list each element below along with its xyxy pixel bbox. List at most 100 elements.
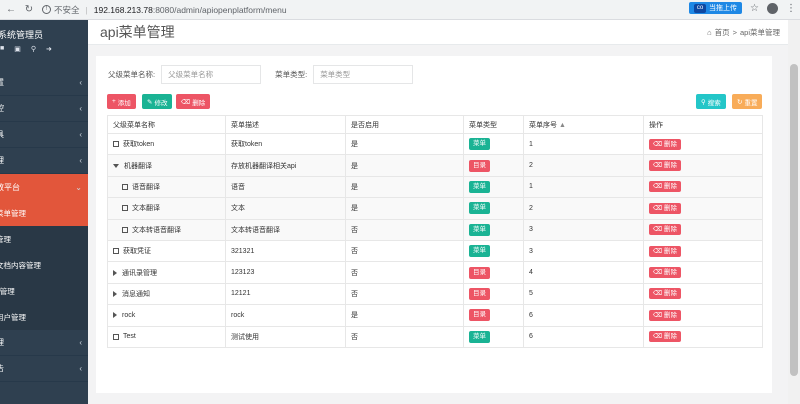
cell-type: 菜单 [463,218,524,241]
sidebar-item-open-platform[interactable]: 放平台 ⌄ [0,174,88,200]
chevron-left-icon: ‹ [79,156,82,165]
sidebar-subitem-4[interactable]: k管理 [0,278,88,304]
type-badge: 菜单 [469,245,490,258]
browser-toolbar: ← ↻ ! 不安全 | 192.168.213.78:8080/admin/api… [0,0,800,20]
row-delete-button[interactable]: ⌫ 删除 [649,267,682,279]
home-icon[interactable]: ■ [0,45,4,53]
search-button[interactable]: ⚲ 搜索 [696,94,726,109]
menu-type-input[interactable]: 菜单类型 [313,65,414,84]
parent-menu-input[interactable]: 父级菜单名称 [161,65,262,84]
cell-type: 目录 [463,282,524,306]
type-badge: 目录 [469,266,490,279]
row-delete-button[interactable]: ⌫ 删除 [649,138,682,150]
cell-description: 321321 [225,239,346,263]
profile-avatar[interactable] [767,2,778,14]
type-badge: 目录 [469,159,490,172]
sidebar-item-label: 理 [0,155,4,166]
cell-actions: ⌫ 删除 [643,197,763,220]
row-delete-button[interactable]: ⌫ 删除 [649,160,682,172]
menu-name: Test [123,333,136,341]
column-header-type[interactable]: 菜单类型 [463,115,524,134]
cell-type: 菜单 [463,325,524,348]
sidebar-item-3[interactable]: 具‹ [0,122,88,148]
reload-icon[interactable]: ↻ [22,3,36,17]
sidebar-item-6[interactable]: 理‹ [0,330,88,356]
column-header-description[interactable]: 菜单描述 [225,115,346,134]
menu-type-label: 菜单类型: [275,70,308,79]
page-scrollbar[interactable] [788,20,800,404]
cell-name: 语音翻译 [107,175,226,199]
sidebar-item-7[interactable]: 告‹ [0,356,88,382]
add-button[interactable]: + 添加 [107,94,136,109]
cell-description: 测试使用 [225,325,346,348]
sidebar-item-1[interactable]: 置‹ [0,70,88,96]
type-badge: 目录 [469,309,490,322]
tree-collapsed-icon[interactable] [113,269,117,276]
row-delete-button[interactable]: ⌫ 删除 [649,181,682,193]
table-row[interactable]: 文本翻译 文本是菜单 2 ⌫ 删除 [107,197,763,220]
cell-actions: ⌫ 删除 [643,304,763,327]
insecure-indicator[interactable]: ! 不安全 [42,4,80,16]
row-delete-button[interactable]: ⌫ 删除 [649,245,682,257]
table-row[interactable]: 语音翻译 语音是菜单 1 ⌫ 删除 [107,175,763,199]
row-delete-button[interactable]: ⌫ 删除 [649,224,682,236]
scrollbar-thumb[interactable] [790,64,798,376]
sidebar-item-4[interactable]: 理‹ [0,148,88,174]
sidebar-subitem-2[interactable]: 管理 [0,226,88,252]
logout-icon[interactable]: ➜ [46,45,52,53]
cell-name: 机器翻译 [107,154,226,177]
lock-icon[interactable]: ▣ [14,45,21,53]
more-menu-icon[interactable]: ⋮ [786,3,796,14]
home-icon: ⌂ [707,27,712,37]
row-delete-button[interactable]: ⌫ 删除 [649,309,682,321]
tree-collapsed-icon[interactable] [113,312,117,319]
sidebar-item-2[interactable]: 控‹ [0,96,88,122]
edit-button[interactable]: ✎ 修改 [142,94,173,109]
table-row[interactable]: rock rock 是目录 6 ⌫ 删除 [107,304,763,327]
main-content: api菜单管理 ⌂ 首页 > api菜单管理 父级菜单名称: 父级菜单名称 菜单… [88,20,788,404]
delete-button[interactable]: ⌫ 删除 [176,94,211,109]
menu-name: 通讯录管理 [122,269,157,277]
table-row[interactable]: Test 测试使用否菜单 6 ⌫ 删除 [107,325,763,348]
table-row[interactable]: 通讯录管理 123123 否目录 4 ⌫ 删除 [107,261,763,284]
key-icon[interactable]: ⚲ [31,45,36,53]
cell-enabled: 是 [345,197,464,220]
column-header-order[interactable]: 菜单序号 ▲ [523,115,644,134]
tree-collapsed-icon[interactable] [113,290,117,297]
cell-type: 菜单 [463,175,524,199]
row-delete-button[interactable]: ⌫ 删除 [649,331,682,343]
table-row[interactable]: 文本转语音翻译 文本转语音翻译否菜单 3 ⌫ 删除 [107,218,763,241]
trash-icon: ⌫ [653,140,663,148]
table-row[interactable]: 获取凭证 321321 否菜单 3 ⌫ 删除 [107,239,763,263]
back-icon[interactable]: ← [4,3,18,17]
cell-enabled: 是 [345,132,464,156]
screenshot-logo-icon: co [694,3,707,13]
table-row[interactable]: 消息通知 12121 否目录 5 ⌫ 删除 [107,282,763,306]
cell-order: 3 [523,239,644,263]
tree-expanded-icon[interactable] [113,163,119,168]
cell-enabled: 否 [345,218,464,241]
cell-name: rock [107,304,226,327]
cell-description: 12121 [225,282,346,306]
cell-actions: ⌫ 删除 [643,282,763,306]
admin-name[interactable]: 系统管理员 [0,28,88,41]
column-header-parent-name[interactable]: 父级菜单名称 [107,115,226,134]
row-delete-button[interactable]: ⌫ 删除 [649,202,682,214]
chevron-left-icon: ‹ [79,78,82,87]
bookmark-star-icon[interactable]: ☆ [750,3,759,14]
reset-button[interactable]: ↻ 重置 [732,94,763,109]
breadcrumb-home[interactable]: 首页 [715,27,730,38]
edit-icon: ✎ [147,98,153,106]
sidebar-subitem-3[interactable]: 文档内容管理 [0,252,88,278]
screenshot-upload-button[interactable]: co 当拖上传 [689,2,743,14]
cell-enabled: 否 [345,239,464,263]
table-row[interactable]: 机器翻译 存放机器翻译相关api 是目录 2 ⌫ 删除 [107,154,763,177]
address-bar[interactable]: ! 不安全 | 192.168.213.78:8080/admin/apiopen… [42,4,287,16]
cell-description: 存放机器翻译相关api [225,154,346,177]
sidebar-subitem-api-menu[interactable]: 菜单管理 [0,200,88,226]
column-header-enabled[interactable]: 是否启用 [345,115,464,134]
row-delete-button[interactable]: ⌫ 删除 [649,288,682,300]
trash-icon: ⌫ [653,247,663,255]
sidebar-subitem-5[interactable]: 用户管理 [0,304,88,330]
table-row[interactable]: 获取token 获取token 是菜单 1 ⌫ 删除 [107,132,763,156]
